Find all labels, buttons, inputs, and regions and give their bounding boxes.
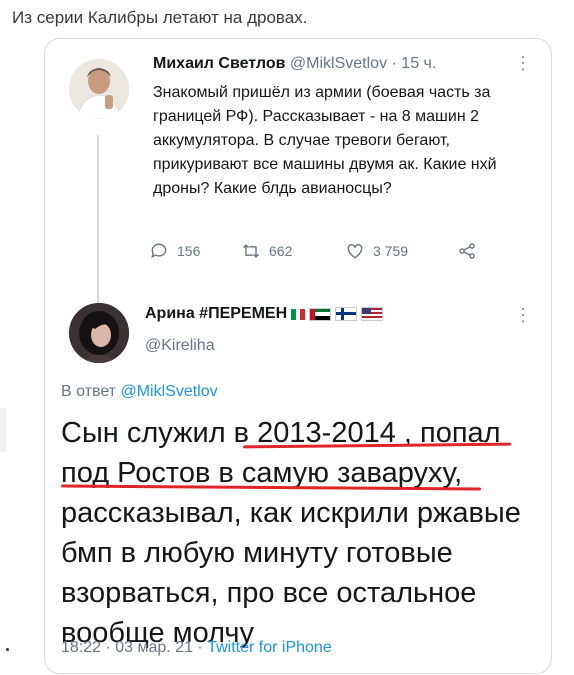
reply-tweet-meta: 18:22 · 03 мар. 21 · Twitter for iPhone: [61, 639, 332, 657]
tweet-source-link[interactable]: Twitter for iPhone: [207, 639, 332, 656]
original-tweet-actions: 156 662 3 759: [149, 241, 529, 265]
retweet-action[interactable]: 662: [241, 241, 292, 261]
reply-to-label: В ответ: [61, 383, 117, 400]
reply-count: 156: [177, 243, 201, 259]
left-edge-shadow: [0, 408, 6, 452]
avatar-original-author[interactable]: [69, 59, 129, 119]
original-tweet-time[interactable]: · 15 ч.: [392, 55, 437, 72]
avatar-reply-author[interactable]: [69, 303, 129, 363]
flag-us-icon: [361, 307, 384, 321]
reply-action[interactable]: 156: [149, 241, 200, 261]
share-action[interactable]: [457, 241, 477, 261]
share-icon: [459, 243, 475, 259]
post-caption: Из серии Калибры летают на дровах.: [12, 8, 308, 27]
like-count: 3 759: [373, 243, 409, 259]
heart-icon: [347, 244, 363, 259]
reply-more-options-icon[interactable]: ⋮: [514, 306, 533, 324]
flag-fi-icon: [335, 307, 358, 321]
original-author-name[interactable]: Михаил Светлов: [153, 55, 285, 72]
like-action[interactable]: 3 759: [345, 241, 408, 261]
original-author-line: Михаил Светлов @MiklSvetlov · 15 ч.: [153, 55, 436, 73]
flag-it-icon: [291, 308, 306, 320]
thread-line: [97, 135, 99, 331]
reply-context: В ответ @MiklSvetlov: [61, 383, 218, 401]
reply-author-line: Арина #ПЕРЕМЕН: [145, 305, 384, 323]
left-dot: [6, 648, 9, 651]
tweet-card[interactable]: Михаил Светлов @MiklSvetlov · 15 ч. ⋮ Зн…: [44, 38, 552, 674]
reply-to-handle-link[interactable]: @MiklSvetlov: [120, 383, 217, 400]
reply-icon: [151, 243, 167, 259]
retweet-icon: [242, 244, 260, 258]
reply-tweet-text: Сын служил в 2013-2014 , попал под Росто…: [61, 417, 521, 649]
original-tweet-text: Знакомый пришёл из армии (боевая часть з…: [153, 84, 497, 197]
reply-author-handle[interactable]: @Kireliha: [145, 337, 215, 355]
flag-ae-icon: [309, 307, 332, 321]
reply-tweet-time[interactable]: 18:22 · 03 мар. 21 ·: [61, 639, 203, 656]
original-author-handle[interactable]: @MiklSvetlov: [290, 55, 387, 72]
retweet-count: 662: [269, 243, 293, 259]
reply-author-name[interactable]: Арина #ПЕРЕМЕН: [145, 305, 287, 323]
more-options-icon[interactable]: ⋮: [514, 54, 533, 72]
